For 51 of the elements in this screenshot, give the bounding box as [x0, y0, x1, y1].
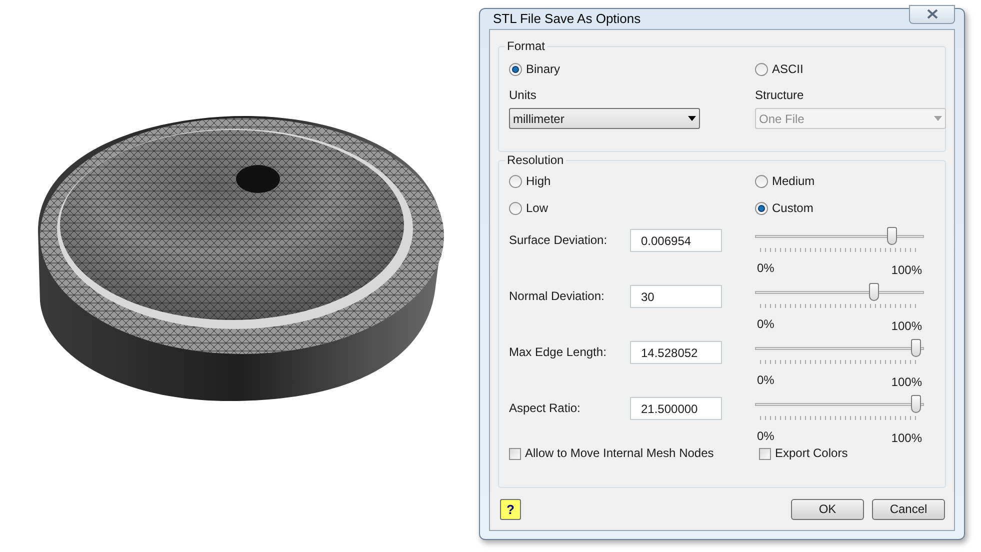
- slider[interactable]: [755, 227, 924, 247]
- checkbox[interactable]: [759, 448, 771, 460]
- slider[interactable]: [755, 395, 924, 415]
- scale-label: 100%: [891, 262, 922, 278]
- field-label: Units: [509, 88, 538, 103]
- value-input[interactable]: 21.500000: [630, 397, 722, 420]
- help-button[interactable]: ?: [500, 498, 521, 520]
- scale-label: 100%: [891, 430, 922, 446]
- field-label: Surface Deviation:: [509, 232, 608, 248]
- slider-thumb[interactable]: [910, 339, 921, 357]
- field-label: Aspect Ratio:: [509, 400, 582, 416]
- checkbox-label: Allow to Move Internal Mesh Nodes: [525, 446, 714, 461]
- radio-button[interactable]: [509, 202, 522, 215]
- slider[interactable]: [755, 339, 924, 359]
- checkbox[interactable]: [509, 448, 521, 460]
- close-icon: [926, 9, 938, 19]
- value-input[interactable]: 0.006954: [630, 229, 722, 252]
- window-title: STL File Save As Options: [492, 10, 641, 28]
- value-input[interactable]: 14.528052: [630, 341, 722, 364]
- dropdown-caret-icon: [934, 116, 942, 121]
- field-label: Structure: [755, 88, 805, 103]
- scale-label: 100%: [891, 318, 922, 334]
- close-button[interactable]: [909, 4, 955, 24]
- field-label: Max Edge Length:: [509, 344, 608, 360]
- radio-button[interactable]: [755, 175, 768, 188]
- slider-thumb[interactable]: [910, 395, 921, 413]
- dialog-button[interactable]: Cancel: [872, 498, 945, 520]
- radio-label: Medium: [772, 174, 815, 189]
- radio-button[interactable]: [755, 62, 768, 76]
- slider-thumb[interactable]: [886, 227, 897, 245]
- units-dropdown[interactable]: millimeter: [509, 108, 700, 129]
- radio-label: Custom: [772, 201, 814, 216]
- scale-label: 100%: [891, 374, 922, 390]
- dropdown-caret-icon: [688, 116, 696, 121]
- checkbox-label: Export Colors: [775, 446, 848, 461]
- radio-button[interactable]: [755, 202, 768, 215]
- radio-button[interactable]: [509, 62, 522, 76]
- radio-label: High: [526, 174, 551, 189]
- scale-label: 0%: [757, 373, 774, 389]
- scale-label: 0%: [757, 317, 774, 333]
- slider[interactable]: [755, 283, 924, 303]
- value-input[interactable]: 30: [630, 285, 722, 308]
- scale-label: 0%: [757, 261, 774, 277]
- radio-label: Low: [526, 201, 548, 216]
- slider-thumb[interactable]: [869, 283, 880, 301]
- field-label: Normal Deviation:: [509, 288, 606, 304]
- dialog-button[interactable]: OK: [791, 498, 864, 520]
- radio-label: Binary: [526, 62, 560, 76]
- radio-label: ASCII: [772, 62, 804, 76]
- radio-button[interactable]: [509, 175, 522, 188]
- scale-label: 0%: [757, 429, 774, 445]
